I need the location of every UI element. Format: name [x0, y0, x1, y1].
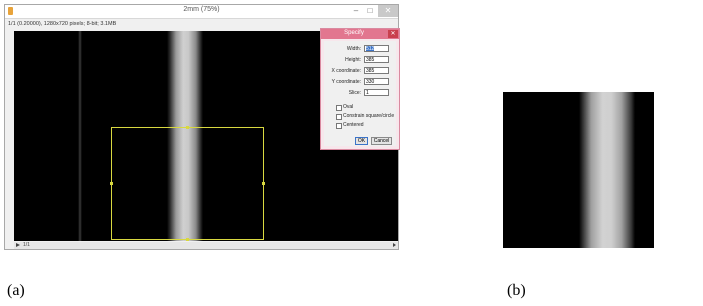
window-title: 2mm (75%) — [183, 6, 220, 13]
play-icon[interactable] — [16, 243, 20, 247]
caption-a: (a) — [7, 282, 25, 299]
selection-handle-bottom[interactable] — [186, 238, 189, 241]
width-field[interactable]: 512 — [364, 45, 389, 52]
dialog-title: Specify — [344, 30, 364, 36]
dialog-body: Width: 512 Height: 385 X coordinate: 385… — [324, 41, 396, 146]
width-row: Width: 512 — [324, 45, 396, 53]
centered-checkbox-box[interactable] — [336, 123, 342, 129]
ok-button[interactable]: OK — [355, 137, 368, 145]
selection-handle-top[interactable] — [186, 126, 189, 129]
y-coordinate-field[interactable]: 330 — [364, 78, 389, 85]
oval-checkbox-label: Oval — [343, 104, 354, 110]
cropped-image — [503, 92, 654, 248]
height-field[interactable]: 385 — [364, 56, 389, 63]
maximize-button[interactable]: □ — [364, 5, 376, 17]
window-titlebar[interactable]: 2mm (75%) – □ ✕ — [5, 5, 398, 19]
y-coordinate-label: Y coordinate: — [331, 79, 361, 85]
x-coordinate-field[interactable]: 385 — [364, 67, 389, 74]
caption-b: (b) — [507, 282, 526, 299]
height-label: Height: — [345, 57, 361, 63]
slice-indicator: 1/1 — [23, 242, 30, 248]
stack-scrollbar[interactable]: 1/1 — [14, 242, 398, 249]
width-label: Width: — [346, 46, 361, 52]
cancel-button[interactable]: Cancel — [371, 137, 392, 145]
selection-handle-right[interactable] — [262, 182, 265, 185]
slice-label: Slice: — [348, 90, 361, 96]
close-button[interactable]: ✕ — [378, 5, 398, 17]
oval-checkbox[interactable]: Oval — [336, 104, 400, 111]
scroll-right-arrow-icon[interactable] — [393, 243, 396, 247]
slice-row: Slice: 1 — [324, 89, 396, 97]
y-coordinate-row: Y coordinate: 330 — [324, 78, 396, 86]
cropped-bright-stripe — [579, 92, 635, 248]
slice-field[interactable]: 1 — [364, 89, 389, 96]
height-row: Height: 385 — [324, 56, 396, 64]
faint-stripe — [78, 31, 82, 241]
constrain-checkbox-box[interactable] — [336, 114, 342, 120]
constrain-checkbox[interactable]: Constrain square/circle — [336, 113, 400, 120]
centered-checkbox-label: Centered — [343, 122, 364, 128]
centered-checkbox[interactable]: Centered — [336, 122, 400, 129]
dialog-close-button[interactable]: ✕ — [388, 30, 398, 38]
rectangle-selection[interactable] — [110, 126, 265, 241]
oval-checkbox-box[interactable] — [336, 105, 342, 111]
specify-dialog: Specify ✕ Width: 512 Height: 385 X coord… — [320, 28, 400, 150]
dialog-titlebar[interactable]: Specify ✕ — [321, 29, 399, 39]
x-coordinate-row: X coordinate: 385 — [324, 67, 396, 75]
x-coordinate-label: X coordinate: — [331, 68, 361, 74]
constrain-checkbox-label: Constrain square/circle — [343, 113, 395, 119]
selection-handle-left[interactable] — [110, 182, 113, 185]
minimize-button[interactable]: – — [350, 5, 362, 17]
